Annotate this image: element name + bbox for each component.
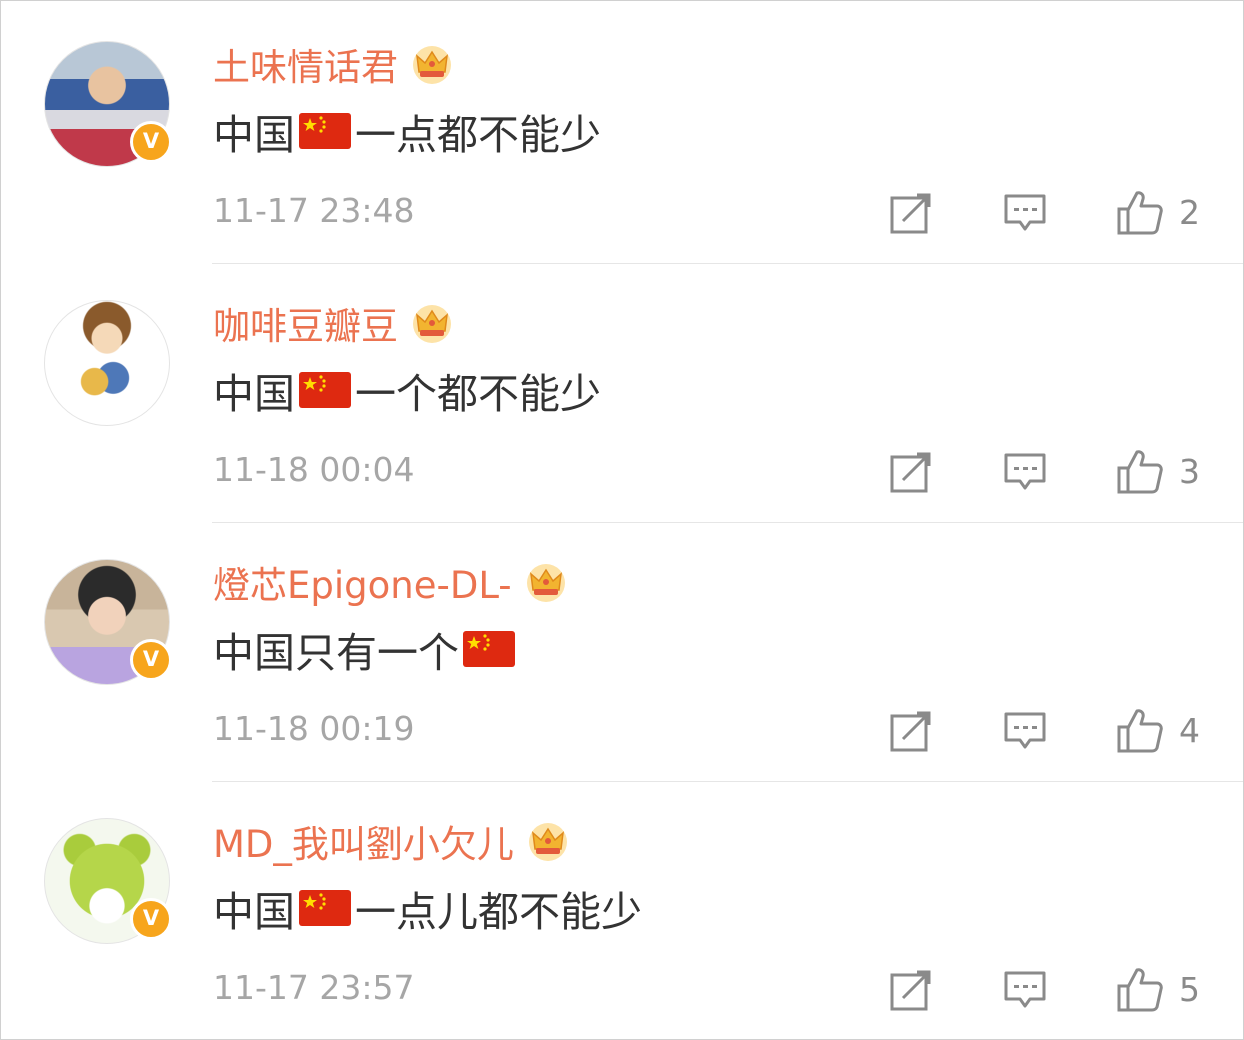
comment-item: 咖啡豆瓣豆 中国 一个都不能少 11-18 00:04 3	[1, 260, 1244, 519]
username-label[interactable]: MD_我叫劉小欠儿	[213, 814, 514, 868]
timestamp: 11-18 00:19	[213, 709, 415, 748]
comment-icon[interactable]	[1003, 450, 1047, 494]
verified-badge-icon: V	[130, 121, 172, 163]
crown-icon	[413, 305, 451, 343]
username[interactable]: 燈芯Epigone-DL-	[213, 557, 568, 607]
verified-badge-icon: V	[130, 639, 172, 681]
comment-text-part: 一点都不能少	[355, 111, 601, 159]
comment-item: V MD_我叫劉小欠儿 中国 一点儿都不能少 11-17 23:57 5	[1, 778, 1244, 1037]
comment-text-part: 一个都不能少	[355, 370, 601, 418]
thumbs-up-icon[interactable]	[1115, 705, 1165, 755]
forward-icon[interactable]	[889, 450, 933, 494]
comment-text: 中国 一个都不能少	[213, 362, 601, 418]
avatar[interactable]: V	[44, 559, 172, 685]
forward-icon[interactable]	[889, 191, 933, 235]
forward-icon[interactable]	[889, 709, 933, 753]
avatar[interactable]: V	[44, 818, 172, 944]
like-count: 5	[1179, 970, 1200, 1009]
crown-icon	[526, 564, 565, 602]
like-count: 2	[1179, 193, 1200, 232]
comment-text: 中国 一点儿都不能少	[213, 880, 642, 936]
avatar[interactable]: V	[44, 41, 172, 167]
timestamp: 11-18 00:04	[213, 450, 415, 489]
crown-icon	[528, 823, 567, 861]
avatar[interactable]	[44, 300, 170, 426]
comment-text: 中国 一点都不能少	[213, 103, 601, 159]
timestamp: 11-17 23:48	[213, 191, 415, 230]
username[interactable]: 咖啡豆瓣豆	[213, 298, 454, 348]
username-label[interactable]: 土味情话君	[213, 37, 398, 91]
comment-list: V 土味情话君 中国 一点都不能少 11-17 23:48 2 咖啡豆瓣豆 中国…	[0, 0, 1244, 1040]
thumbs-up-icon[interactable]	[1115, 964, 1165, 1014]
verified-badge-icon: V	[130, 898, 172, 940]
forward-icon[interactable]	[889, 968, 933, 1012]
comment-icon[interactable]	[1003, 968, 1047, 1012]
china-flag-emoji	[299, 890, 351, 926]
username-label[interactable]: 咖啡豆瓣豆	[213, 296, 398, 350]
comment-icon[interactable]	[1003, 191, 1047, 235]
comment-text: 中国只有一个	[213, 621, 519, 677]
comment-text-part: 一点儿都不能少	[355, 888, 642, 936]
thumbs-up-icon[interactable]	[1115, 187, 1165, 237]
username[interactable]: MD_我叫劉小欠儿	[213, 816, 570, 866]
like-count: 4	[1179, 711, 1200, 750]
username-label[interactable]: 燈芯Epigone-DL-	[213, 555, 512, 609]
like-count: 3	[1179, 452, 1200, 491]
china-flag-emoji	[463, 631, 515, 667]
china-flag-emoji	[299, 113, 351, 149]
crown-icon	[413, 46, 451, 84]
comment-item: V 土味情话君 中国 一点都不能少 11-17 23:48 2	[1, 1, 1244, 260]
comment-text-part: 中国	[213, 888, 295, 936]
comment-icon[interactable]	[1003, 709, 1047, 753]
timestamp: 11-17 23:57	[213, 968, 415, 1007]
china-flag-emoji	[299, 372, 351, 408]
comment-text-part: 中国只有一个	[213, 629, 459, 677]
comment-text-part: 中国	[213, 111, 295, 159]
username[interactable]: 土味情话君	[213, 39, 454, 89]
comment-text-part: 中国	[213, 370, 295, 418]
thumbs-up-icon[interactable]	[1115, 446, 1165, 496]
comment-item: V 燈芯Epigone-DL- 中国只有一个 11-18 00:19 4	[1, 519, 1244, 778]
